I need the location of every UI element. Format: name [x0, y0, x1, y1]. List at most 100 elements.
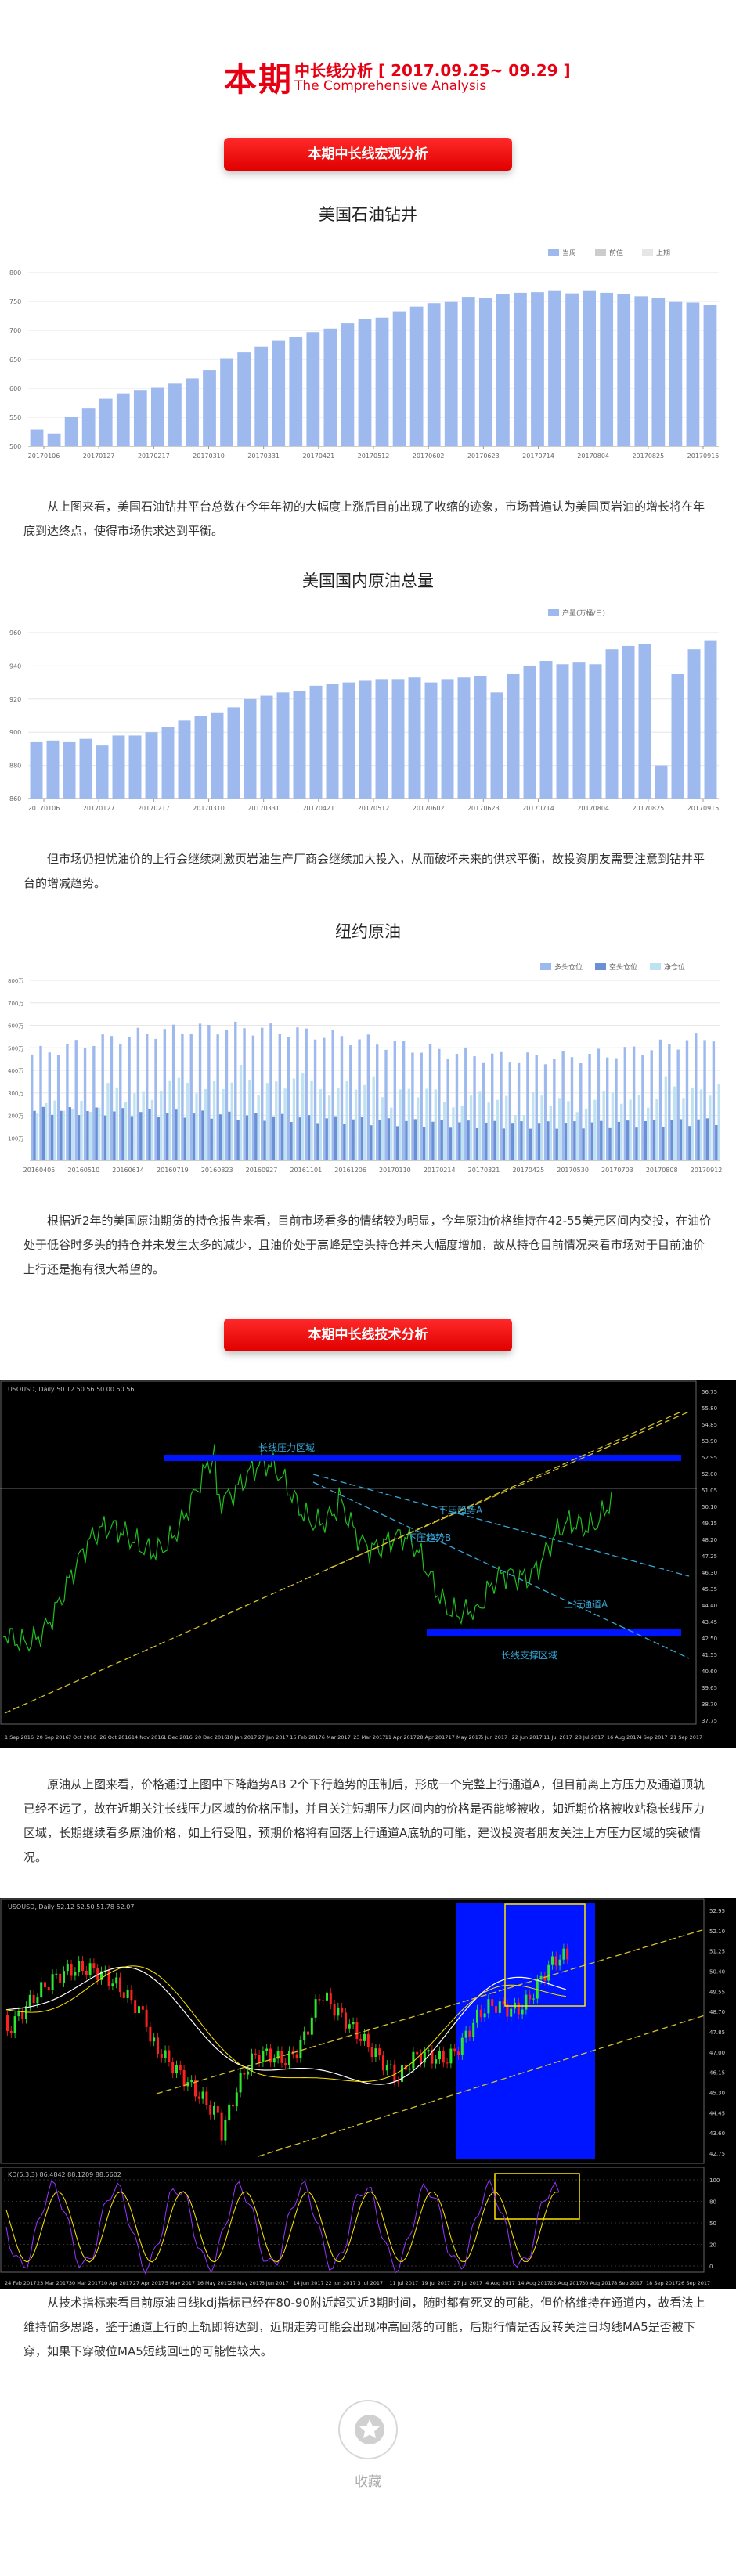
- x-tick-label: 20170825: [632, 453, 664, 460]
- candle-body: [262, 2051, 265, 2063]
- bar-long: [606, 1057, 609, 1160]
- candle-body: [397, 2081, 400, 2083]
- bar-long: [31, 1054, 34, 1160]
- bar: [289, 337, 303, 446]
- y-tick-label: 550: [9, 414, 21, 421]
- x-tick-label: 20170808: [646, 1167, 678, 1174]
- bar-short: [175, 1109, 178, 1160]
- bar: [651, 298, 666, 446]
- bar-net: [381, 1097, 384, 1160]
- bar-long: [597, 1048, 601, 1160]
- y-tick-label: 650: [9, 356, 21, 363]
- candle-body: [363, 2033, 366, 2041]
- bar-net: [265, 1083, 269, 1160]
- x-tick-label: 20170602: [413, 453, 445, 460]
- bar-net: [629, 1099, 632, 1160]
- x-tick-label: 20161101: [290, 1167, 322, 1174]
- bar-short: [148, 1109, 151, 1160]
- y-tick-label: 300万: [8, 1091, 23, 1097]
- bar-long: [39, 1045, 42, 1160]
- x-axis-label: 30 Aug 2017: [582, 2280, 615, 2286]
- bar-long: [189, 1034, 193, 1160]
- bar: [79, 738, 92, 799]
- candle-body: [164, 2050, 167, 2058]
- report-header: 本期 中长线分析 [ 2017.09.25~ 09.29 ] The Compr…: [0, 53, 736, 100]
- bar: [600, 292, 614, 446]
- candle-body: [235, 2092, 238, 2107]
- bar: [260, 695, 273, 799]
- bar-net: [363, 1084, 366, 1160]
- tech-chart-2: USOUSD, Daily 52.12 52.50 51.78 52.07 KD(…: [0, 1898, 736, 2289]
- bar-short: [360, 1117, 364, 1160]
- x-axis-label: 20 Sep 2016: [36, 1734, 68, 1741]
- candle-body: [160, 2053, 163, 2058]
- y-tick-label: 200万: [8, 1113, 23, 1120]
- bar-net: [611, 1092, 615, 1160]
- bar-net: [655, 1099, 658, 1160]
- bar-short: [635, 1127, 638, 1160]
- candle-body: [295, 2054, 298, 2058]
- bar-short: [652, 1120, 656, 1160]
- x-tick-label: 20170915: [687, 453, 720, 460]
- candle-body: [141, 2006, 144, 2010]
- x-axis-label: 22 Aug 2017: [550, 2280, 583, 2286]
- candle-body: [352, 2022, 355, 2025]
- bar-net: [478, 1091, 482, 1160]
- bar-long: [261, 1027, 264, 1160]
- tech-chart-1: USOUSD, Daily 50.12 50.56 50.00 50.56 56.…: [0, 1380, 736, 1748]
- x-tick-label: 20170106: [28, 805, 60, 812]
- bar-short: [201, 1110, 204, 1160]
- bar-net: [532, 1091, 535, 1160]
- legend-label: 净仓位: [664, 962, 685, 972]
- candle-body: [122, 1992, 125, 1998]
- bar-long: [553, 1059, 556, 1160]
- y-axis-label: 47.85: [709, 2029, 725, 2036]
- bar-long: [676, 1049, 680, 1160]
- candle-body: [224, 2120, 227, 2141]
- bar-long: [393, 1041, 397, 1160]
- header-big-title: 本期: [224, 60, 294, 99]
- bar-short: [582, 1128, 585, 1160]
- candle-body: [40, 1982, 43, 1998]
- bar-long: [455, 1054, 459, 1160]
- y-axis-label: 50.10: [702, 1504, 717, 1510]
- candle-body: [134, 2000, 137, 2014]
- kd-level-label: 20: [709, 2242, 716, 2249]
- x-axis-label: 11 Apr 2017: [385, 1734, 417, 1741]
- candle-body: [92, 1963, 96, 1969]
- x-axis-label: 14 Jun 2017: [294, 2280, 324, 2286]
- bar-long: [438, 1048, 441, 1160]
- bar-long: [623, 1047, 627, 1160]
- y-axis-label: 39.65: [702, 1685, 717, 1691]
- bar-long: [154, 1038, 157, 1160]
- bar-short: [166, 1113, 169, 1160]
- bar-long: [216, 1034, 219, 1160]
- chart-header: USOUSD, Daily 50.12 50.56 50.00 50.56: [8, 1386, 134, 1393]
- x-tick-label: 20170310: [193, 805, 225, 812]
- bar-net: [682, 1098, 685, 1160]
- bar-long: [703, 1040, 706, 1160]
- bar: [145, 732, 158, 799]
- legend-swatch: [595, 963, 606, 970]
- chart-title-crude-production: 美国国内原油总量: [302, 572, 434, 590]
- paragraph-5: 从技术指标来看目前原油日线kdj指标已经在80-90附近超买近3期时间，随时都有…: [23, 2296, 705, 2358]
- candle-body: [566, 1948, 569, 1960]
- y-axis-label: 52.95: [709, 1908, 725, 1914]
- bar-net: [275, 1081, 278, 1160]
- bar-net: [160, 1091, 163, 1160]
- bar-short: [228, 1111, 231, 1160]
- support-zone: [427, 1629, 681, 1636]
- candle-body: [81, 1961, 84, 1971]
- candle-body: [88, 1963, 92, 1975]
- x-tick-label: 20170512: [358, 805, 390, 812]
- bar-net: [327, 1095, 331, 1160]
- candle-body: [9, 2031, 13, 2034]
- candle-body: [299, 2040, 302, 2058]
- chart-background: [0, 1898, 736, 2289]
- bar-net: [106, 1083, 110, 1160]
- bar-long: [411, 1052, 414, 1160]
- bar-net: [115, 1087, 118, 1160]
- bar-short: [343, 1124, 346, 1160]
- candle-body: [74, 1972, 77, 1976]
- favorite-button[interactable]: [338, 2400, 398, 2459]
